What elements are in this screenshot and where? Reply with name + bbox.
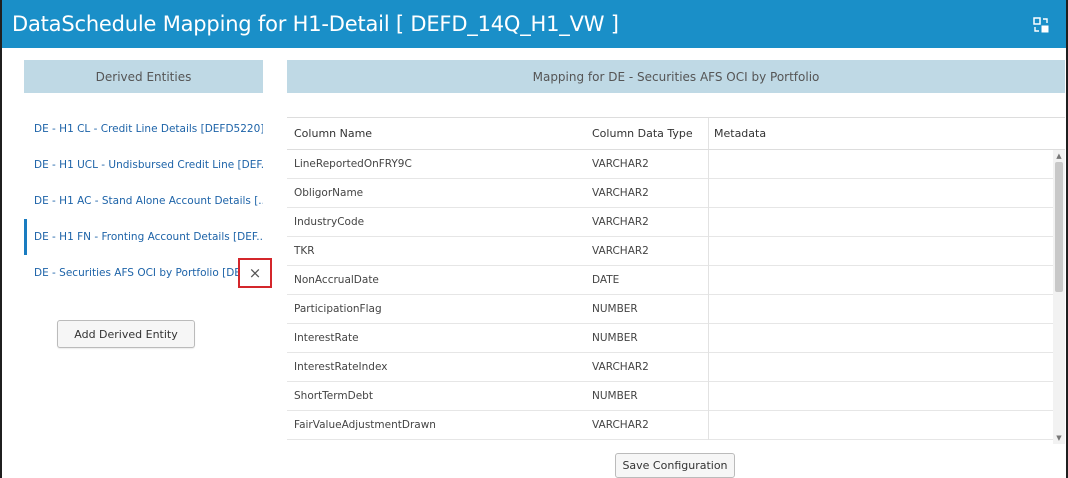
cell-metadata[interactable]: [708, 410, 1065, 440]
cell-data-type: VARCHAR2: [592, 216, 649, 228]
cell-column-name: InterestRateIndex: [294, 361, 388, 373]
cell-metadata[interactable]: [708, 352, 1065, 382]
derived-entities-panel: Derived Entities DE - H1 CL - Credit Lin…: [24, 60, 272, 291]
derived-entities-header: Derived Entities: [24, 60, 263, 93]
cell-data-type: NUMBER: [592, 303, 638, 315]
cell-column-name: ParticipationFlag: [294, 303, 382, 315]
cell-metadata[interactable]: [708, 150, 1065, 179]
derived-entity-item[interactable]: DE - H1 AC - Stand Alone Account Details…: [24, 183, 263, 219]
derived-entity-label: DE - H1 FN - Fronting Account Details [D…: [34, 231, 263, 243]
table-row[interactable]: InterestRate NUMBER: [287, 323, 1065, 353]
cell-data-type: NUMBER: [592, 390, 638, 402]
scroll-down-arrow-icon[interactable]: ▼: [1053, 432, 1065, 444]
cell-column-name: LineReportedOnFRY9C: [294, 158, 412, 170]
table-row[interactable]: ShortTermDebt NUMBER: [287, 381, 1065, 411]
cell-column-name: TKR: [294, 245, 315, 257]
cell-column-name: ObligorName: [294, 187, 364, 199]
cell-data-type: VARCHAR2: [592, 158, 649, 170]
cell-data-type: VARCHAR2: [592, 245, 649, 257]
cell-column-name: ShortTermDebt: [294, 390, 373, 402]
derived-entity-item[interactable]: DE - Securities AFS OCI by Portfolio [DE…: [24, 255, 272, 291]
table-header: Column Name Column Data Type Metadata: [287, 118, 1065, 150]
cell-metadata[interactable]: [708, 207, 1065, 237]
table-row[interactable]: LineReportedOnFRY9C VARCHAR2: [287, 150, 1065, 179]
cell-column-name: FairValueAdjustmentDrawn: [294, 419, 436, 431]
table-row[interactable]: ParticipationFlag NUMBER: [287, 294, 1065, 324]
scroll-up-arrow-icon[interactable]: ▲: [1053, 150, 1065, 162]
derived-entity-label: DE - H1 UCL - Undisbursed Credit Line [D…: [34, 159, 263, 171]
column-header-type[interactable]: Column Data Type: [586, 127, 708, 140]
cell-metadata[interactable]: [708, 294, 1065, 324]
cell-data-type: DATE: [592, 274, 620, 286]
derived-entity-item[interactable]: DE - H1 UCL - Undisbursed Credit Line [D…: [24, 147, 263, 183]
save-configuration-button[interactable]: Save Configuration: [615, 453, 735, 478]
table-row[interactable]: NonAccrualDate DATE: [287, 265, 1065, 295]
derived-entity-label: DE - Securities AFS OCI by Portfolio [DE…: [34, 267, 258, 279]
cell-column-name: InterestRate: [294, 332, 359, 344]
table-row[interactable]: ObligorName VARCHAR2: [287, 178, 1065, 208]
mapping-panel: Mapping for DE - Securities AFS OCI by P…: [287, 60, 1065, 93]
column-header-metadata[interactable]: Metadata: [708, 118, 1065, 149]
cell-metadata[interactable]: [708, 323, 1065, 353]
scrollbar-thumb[interactable]: [1055, 162, 1063, 292]
table-body: LineReportedOnFRY9C VARCHAR2 ObligorName…: [287, 150, 1065, 444]
cell-data-type: VARCHAR2: [592, 187, 649, 199]
cell-column-name: IndustryCode: [294, 216, 365, 228]
table-row[interactable]: FairValueAdjustmentDrawn VARCHAR2: [287, 410, 1065, 440]
window-restore-icon[interactable]: [1032, 16, 1050, 34]
cell-data-type: VARCHAR2: [592, 361, 649, 373]
window-title: DataSchedule Mapping for H1-Detail [ DEF…: [12, 12, 619, 36]
cell-metadata[interactable]: [708, 236, 1065, 266]
table-row[interactable]: InterestRateIndex VARCHAR2: [287, 352, 1065, 382]
cell-metadata[interactable]: [708, 178, 1065, 208]
remove-entity-button[interactable]: ×: [238, 258, 272, 288]
cell-column-name: NonAccrualDate: [294, 274, 379, 286]
vertical-scrollbar[interactable]: ▲ ▼: [1053, 150, 1065, 444]
add-derived-entity-button[interactable]: Add Derived Entity: [57, 320, 195, 348]
cell-metadata[interactable]: [708, 265, 1065, 295]
table-row[interactable]: TKR VARCHAR2: [287, 236, 1065, 266]
cell-data-type: NUMBER: [592, 332, 638, 344]
derived-entity-label: DE - H1 AC - Stand Alone Account Details…: [34, 195, 263, 207]
derived-entity-list: DE - H1 CL - Credit Line Details [DEFD52…: [24, 111, 272, 291]
column-header-name[interactable]: Column Name: [287, 127, 586, 140]
table-row[interactable]: IndustryCode VARCHAR2: [287, 207, 1065, 237]
mapping-header: Mapping for DE - Securities AFS OCI by P…: [287, 60, 1065, 93]
cell-data-type: VARCHAR2: [592, 419, 649, 431]
mapping-table: Column Name Column Data Type Metadata Li…: [287, 117, 1065, 444]
title-bar: DataSchedule Mapping for H1-Detail [ DEF…: [2, 0, 1066, 48]
derived-entity-label: DE - H1 CL - Credit Line Details [DEFD52…: [34, 123, 263, 135]
cell-metadata[interactable]: [708, 381, 1065, 411]
derived-entity-item[interactable]: DE - H1 FN - Fronting Account Details [D…: [24, 219, 263, 255]
derived-entity-item[interactable]: DE - H1 CL - Credit Line Details [DEFD52…: [24, 111, 263, 147]
